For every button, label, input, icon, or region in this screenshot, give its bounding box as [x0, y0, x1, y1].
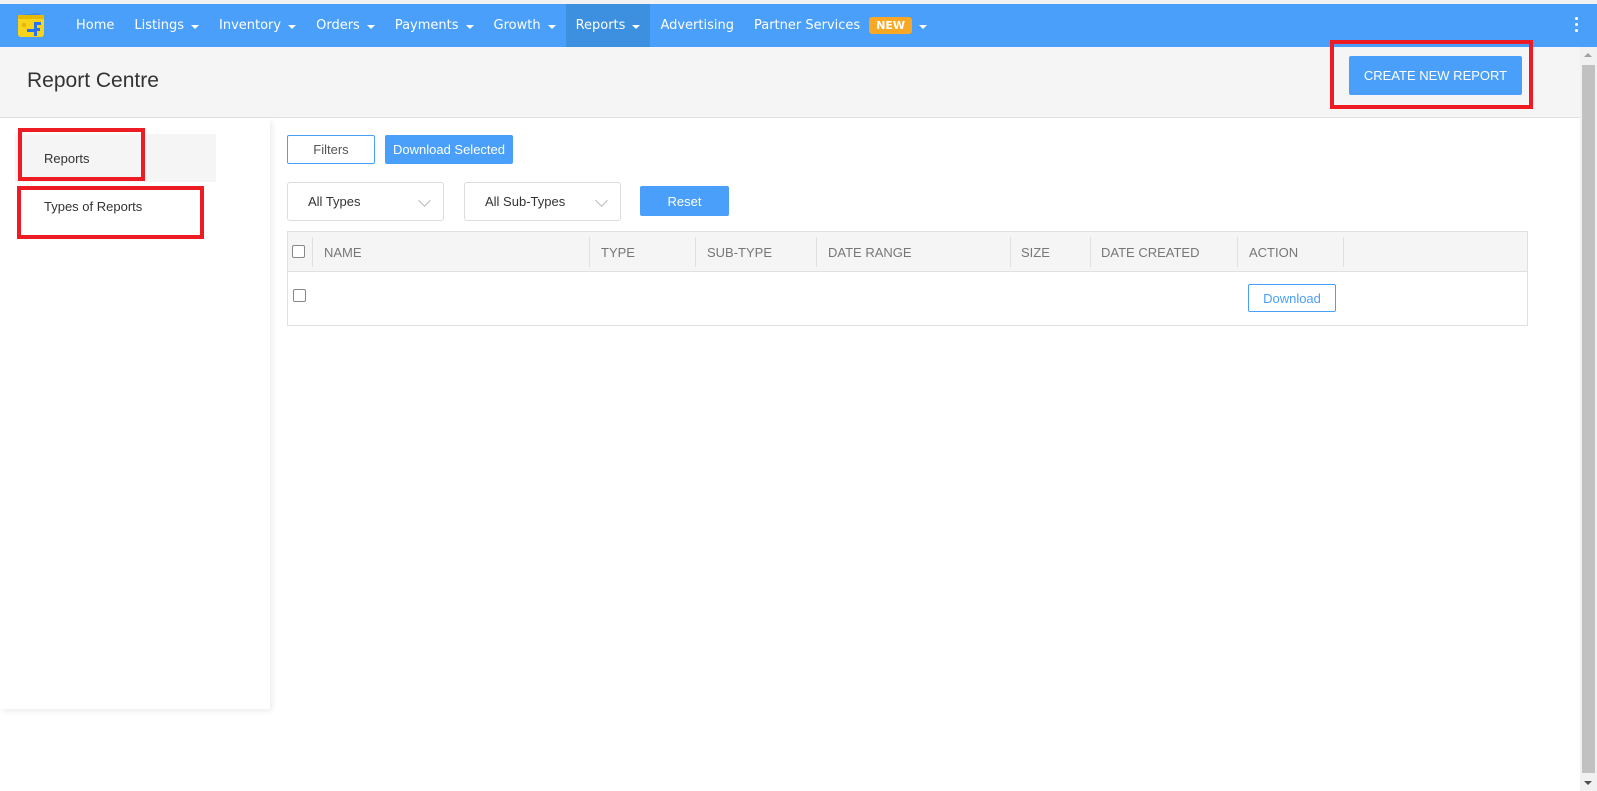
caret-down-icon	[632, 24, 641, 29]
nav-advertising[interactable]: Advertising	[650, 4, 744, 47]
caret-down-icon	[191, 24, 199, 29]
sidebar-item-label: Reports	[44, 150, 90, 166]
nav-home-label: Home	[76, 18, 115, 33]
table-header: NAME TYPE SUB-TYPE DATE RANGE SIZE DATE …	[288, 232, 1527, 272]
column-header-sub-type[interactable]: SUB-TYPE	[696, 232, 772, 272]
column-header-action: ACTION	[1249, 244, 1299, 260]
new-badge: NEW	[869, 17, 913, 34]
scroll-down-arrow-icon[interactable]	[1584, 781, 1592, 785]
nav-orders[interactable]: Orders	[306, 4, 385, 47]
filters-button[interactable]: Filters	[287, 135, 375, 164]
flipkart-logo-icon[interactable]	[17, 12, 47, 39]
column-header-date-range[interactable]: DATE RANGE	[817, 232, 912, 272]
column-header-date-created[interactable]: DATE CREATED	[1090, 232, 1199, 272]
column-header-type[interactable]: TYPE	[590, 232, 635, 272]
download-button[interactable]: Download	[1248, 284, 1336, 312]
nav-advertising-label: Advertising	[660, 18, 734, 33]
nav-reports[interactable]: Reports	[565, 4, 651, 47]
nav-partner-services[interactable]: Partner Services NEW	[744, 4, 937, 47]
reports-table: NAME TYPE SUB-TYPE DATE RANGE SIZE DATE …	[287, 231, 1528, 326]
chevron-down-icon	[418, 194, 431, 207]
column-header-name[interactable]: NAME	[313, 232, 362, 272]
nav-payments[interactable]: Payments	[385, 4, 484, 47]
sidebar: Reports Types of Reports	[0, 119, 270, 709]
row-checkbox[interactable]	[293, 289, 306, 302]
page-header: Report Centre CREATE NEW REPORT	[0, 47, 1580, 118]
vertical-scrollbar[interactable]	[1580, 47, 1597, 791]
reset-button[interactable]: Reset	[640, 186, 729, 216]
page-title: Report Centre	[27, 69, 159, 92]
caret-down-icon	[465, 24, 474, 29]
column-divider	[1343, 237, 1344, 267]
scrollbar-thumb[interactable]	[1582, 65, 1595, 773]
create-new-report-button[interactable]: CREATE NEW REPORT	[1349, 56, 1522, 95]
nav-growth-label: Growth	[493, 18, 541, 33]
nav-inventory[interactable]: Inventory	[209, 4, 306, 47]
caret-down-icon	[366, 24, 375, 29]
type-select-value: All Types	[308, 194, 361, 209]
nav-inventory-label: Inventory	[219, 18, 282, 33]
subtype-select-value: All Sub-Types	[485, 194, 566, 209]
scroll-up-arrow-icon[interactable]	[1584, 53, 1592, 57]
chevron-down-icon	[595, 194, 608, 207]
kebab-menu-icon[interactable]	[1575, 17, 1579, 32]
nav-listings-label: Listings	[134, 18, 184, 33]
type-select[interactable]: All Types	[287, 182, 444, 221]
subtype-select[interactable]: All Sub-Types	[464, 182, 621, 221]
caret-down-icon	[919, 24, 928, 29]
nav-home[interactable]: Home	[66, 4, 124, 47]
nav-payments-label: Payments	[394, 18, 459, 33]
nav-menu: Home Listings Inventory Orders Payments …	[66, 4, 937, 47]
column-header-size[interactable]: SIZE	[1010, 232, 1050, 272]
nav-orders-label: Orders	[316, 18, 360, 33]
download-selected-button[interactable]: Download Selected	[385, 135, 513, 164]
sidebar-item-reports[interactable]: Reports	[15, 134, 216, 182]
caret-down-icon	[547, 24, 556, 29]
nav-growth[interactable]: Growth	[484, 4, 566, 47]
select-all-checkbox[interactable]	[292, 245, 305, 258]
nav-partner-services-label: Partner Services	[753, 18, 861, 33]
sidebar-item-label: Types of Reports	[44, 198, 143, 214]
nav-reports-label: Reports	[575, 18, 626, 33]
nav-listings[interactable]: Listings	[124, 4, 209, 47]
caret-down-icon	[288, 24, 297, 29]
top-navbar: Home Listings Inventory Orders Payments …	[0, 4, 1597, 47]
sidebar-item-types-of-reports[interactable]: Types of Reports	[15, 182, 216, 230]
